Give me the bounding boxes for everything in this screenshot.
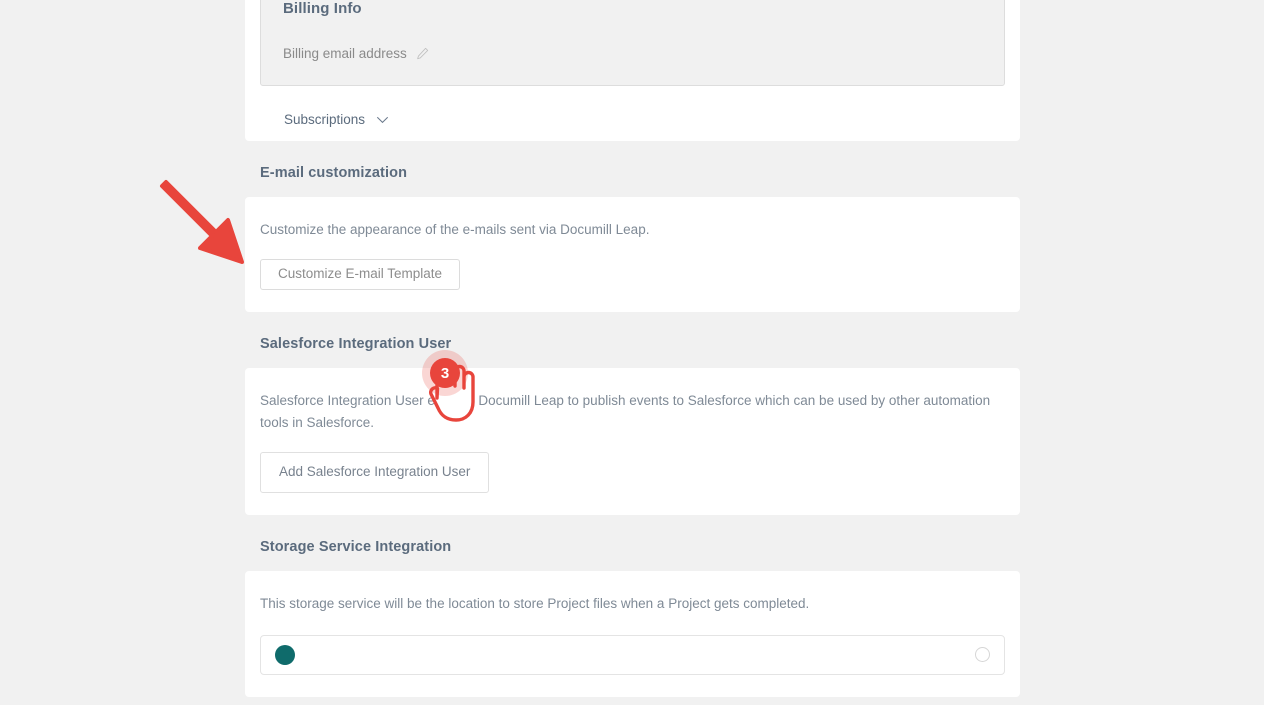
subscriptions-label: Subscriptions — [284, 112, 365, 127]
settings-page: Billing Info Billing email address Subsc… — [245, 0, 1020, 697]
salesforce-integration-card: Salesforce Integration User enables Docu… — [245, 368, 1020, 515]
email-customization-description: Customize the appearance of the e-mails … — [260, 219, 1005, 241]
billing-info-panel: Billing Info Billing email address — [260, 0, 1005, 86]
salesforce-integration-heading: Salesforce Integration User — [245, 312, 1020, 368]
storage-service-heading: Storage Service Integration — [245, 515, 1020, 571]
salesforce-integration-description: Salesforce Integration User enables Docu… — [260, 390, 1005, 434]
subscriptions-toggle[interactable]: Subscriptions — [260, 86, 1005, 127]
storage-provider-logo-icon — [275, 645, 295, 665]
account-settings-card: Billing Info Billing email address Subsc… — [245, 0, 1020, 141]
add-salesforce-integration-user-button[interactable]: Add Salesforce Integration User — [260, 452, 489, 493]
email-customization-card: Customize the appearance of the e-mails … — [245, 197, 1020, 312]
pencil-icon[interactable] — [416, 47, 429, 60]
storage-service-description: This storage service will be the locatio… — [260, 593, 1005, 615]
email-customization-heading: E-mail customization — [245, 141, 1020, 197]
billing-email-row[interactable]: Billing email address — [283, 43, 982, 63]
billing-info-title: Billing Info — [283, 0, 982, 17]
storage-service-card: This storage service will be the locatio… — [245, 571, 1020, 697]
storage-provider-option-row[interactable] — [260, 635, 1005, 675]
billing-email-label: Billing email address — [283, 46, 407, 61]
chevron-down-icon[interactable] — [376, 116, 389, 124]
radio-button-icon[interactable] — [975, 647, 990, 662]
customize-email-template-button[interactable]: Customize E-mail Template — [260, 259, 460, 290]
